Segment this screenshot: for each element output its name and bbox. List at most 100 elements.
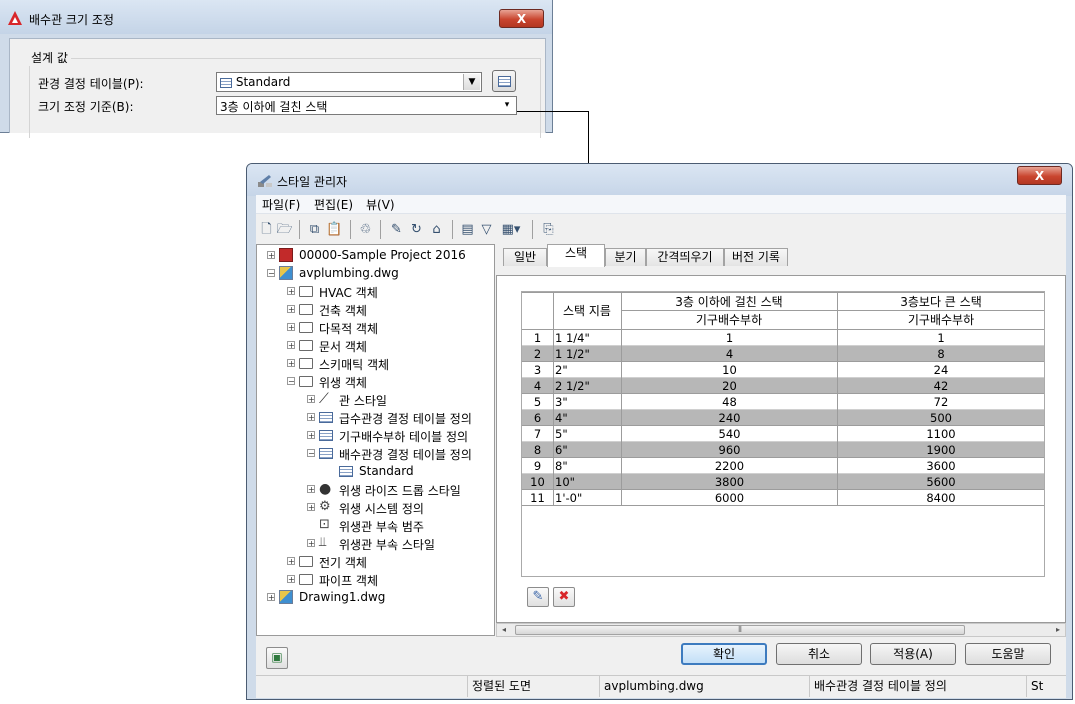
cell-low-stack-load[interactable]: 1 xyxy=(622,331,837,345)
row-number[interactable]: 10 xyxy=(522,475,553,489)
expand-icon[interactable]: + xyxy=(307,503,315,512)
scrollbar-thumb[interactable]: ⦀ xyxy=(515,625,965,635)
cell-high-stack-load[interactable]: 500 xyxy=(838,411,1044,425)
dialog-titlebar[interactable]: 스타일 관리자 X xyxy=(247,164,1072,196)
column-header-high-stack[interactable]: 3층보다 큰 스택 xyxy=(838,293,1044,310)
tab-version-history[interactable]: 버전 기록 xyxy=(724,248,788,266)
scroll-left-icon[interactable]: ◂ xyxy=(497,624,511,636)
cell-stack-size[interactable]: 5" xyxy=(555,427,621,441)
cell-high-stack-load[interactable]: 42 xyxy=(838,379,1044,393)
new-drawing-icon[interactable]: 🗋 xyxy=(258,221,275,238)
cell-stack-size[interactable]: 8" xyxy=(555,459,621,473)
cell-high-stack-load[interactable]: 3600 xyxy=(838,459,1044,473)
cell-high-stack-load[interactable]: 1900 xyxy=(838,443,1044,457)
table-row[interactable]: 9 8" 2200 3600 xyxy=(522,458,1044,474)
cell-high-stack-load[interactable]: 8400 xyxy=(838,491,1044,505)
horizontal-scrollbar[interactable]: ◂ ⦀ ▸ xyxy=(496,623,1066,637)
cell-stack-size[interactable]: 1'-0" xyxy=(555,491,621,505)
expand-icon[interactable]: + xyxy=(307,485,315,494)
table-row[interactable]: 21 1/2" 4 8 xyxy=(522,346,1044,362)
table-row[interactable]: 6 4" 240 500 xyxy=(522,410,1044,426)
set-from-icon[interactable]: ↻ xyxy=(408,221,425,238)
table-select[interactable]: Standard ▼ xyxy=(216,72,482,92)
menu-file[interactable]: 파일(F) xyxy=(262,196,300,213)
expand-icon[interactable]: + xyxy=(267,593,275,602)
stack-size-table[interactable]: 스택 지름 3층 이하에 걸친 스택 3층보다 큰 스택 기구배수부하 기구배수… xyxy=(521,291,1045,577)
table-row[interactable]: 10 10" 3800 5600 xyxy=(522,474,1044,490)
view-options-icon[interactable]: ▦▾ xyxy=(498,221,524,238)
expand-icon[interactable]: + xyxy=(307,431,315,440)
delete-row-button[interactable]: ✖ xyxy=(553,587,575,607)
cell-low-stack-load[interactable]: 540 xyxy=(622,427,837,441)
expand-icon[interactable]: + xyxy=(287,575,295,584)
row-number[interactable]: 2 xyxy=(522,347,553,361)
purge-icon[interactable]: ♲ xyxy=(357,221,374,238)
expand-icon[interactable]: + xyxy=(307,395,315,404)
cell-stack-size[interactable]: 4" xyxy=(555,411,621,425)
table-row[interactable]: 3 2" 10 24 xyxy=(522,362,1044,378)
cell-low-stack-load[interactable]: 2200 xyxy=(622,459,837,473)
expand-icon[interactable]: + xyxy=(307,413,315,422)
tab-general[interactable]: 일반 xyxy=(503,248,547,266)
expand-icon[interactable]: + xyxy=(287,359,295,368)
table-row[interactable]: 8 6" 960 1900 xyxy=(522,442,1044,458)
expand-icon[interactable]: + xyxy=(287,557,295,566)
expand-icon[interactable]: + xyxy=(287,323,295,332)
ok-button[interactable]: 확인 xyxy=(681,643,767,665)
cell-stack-size[interactable]: 1 1/2" xyxy=(555,347,621,361)
row-number[interactable]: 8 xyxy=(522,443,553,457)
basis-select[interactable]: 3층 이하에 걸친 스택 ▾ xyxy=(216,96,517,115)
cell-stack-size[interactable]: 2" xyxy=(555,363,621,377)
cell-low-stack-load[interactable]: 240 xyxy=(622,411,837,425)
table-row[interactable]: 7 5" 540 1100 xyxy=(522,426,1044,442)
chevron-down-icon[interactable]: ▾ xyxy=(499,97,515,113)
row-number[interactable]: 7 xyxy=(522,427,553,441)
row-number[interactable]: 6 xyxy=(522,411,553,425)
cell-high-stack-load[interactable]: 1100 xyxy=(838,427,1044,441)
cell-high-stack-load[interactable]: 1 xyxy=(838,331,1044,345)
table-row[interactable]: 11 1/4" 1 1 xyxy=(522,330,1044,346)
row-number[interactable]: 4 xyxy=(522,379,553,393)
add-row-button[interactable]: ✎ xyxy=(527,587,549,607)
close-button[interactable]: X xyxy=(1017,166,1062,185)
cell-low-stack-load[interactable]: 4 xyxy=(622,347,837,361)
cell-stack-size[interactable]: 10" xyxy=(555,475,621,489)
table-row[interactable]: 11 1'-0" 6000 8400 xyxy=(522,490,1044,506)
expand-icon[interactable]: + xyxy=(267,251,275,260)
cell-stack-size[interactable]: 2 1/2" xyxy=(555,379,621,393)
tab-branch[interactable]: 분기 xyxy=(605,248,646,266)
cell-low-stack-load[interactable]: 960 xyxy=(622,443,837,457)
row-number[interactable]: 5 xyxy=(522,395,553,409)
tab-offset[interactable]: 간격띄우기 xyxy=(646,248,724,266)
cell-low-stack-load[interactable]: 6000 xyxy=(622,491,837,505)
column-header-low-stack[interactable]: 3층 이하에 걸친 스택 xyxy=(622,293,836,310)
cell-high-stack-load[interactable]: 72 xyxy=(838,395,1044,409)
cancel-button[interactable]: 취소 xyxy=(776,643,862,665)
row-number[interactable]: 1 xyxy=(522,331,553,345)
new-style-icon[interactable]: ✎ xyxy=(388,221,405,238)
cell-stack-size[interactable]: 3" xyxy=(555,395,621,409)
close-button[interactable]: X xyxy=(499,9,544,28)
row-number[interactable]: 9 xyxy=(522,459,553,473)
table-row[interactable]: 5 3" 48 72 xyxy=(522,394,1044,410)
help-button[interactable]: 도움말 xyxy=(965,643,1051,665)
collapse-icon[interactable]: − xyxy=(267,269,275,278)
row-number[interactable]: 3 xyxy=(522,363,553,377)
cell-low-stack-load[interactable]: 20 xyxy=(622,379,837,393)
menu-edit[interactable]: 편집(E) xyxy=(314,196,353,213)
cell-high-stack-load[interactable]: 24 xyxy=(838,363,1044,377)
inline-edit-icon[interactable]: ▤ xyxy=(459,221,476,238)
table-browse-button[interactable] xyxy=(492,70,516,92)
column-header-size[interactable]: 스택 지름 xyxy=(554,302,620,319)
cell-low-stack-load[interactable]: 48 xyxy=(622,395,837,409)
collapse-icon[interactable]: − xyxy=(287,377,295,386)
open-drawing-icon[interactable]: 🗁 xyxy=(276,221,293,238)
cell-low-stack-load[interactable]: 10 xyxy=(622,363,837,377)
menu-view[interactable]: 뷰(V) xyxy=(366,196,395,213)
style-tree[interactable]: +00000-Sample Project 2016 − avplumbing.dw… xyxy=(256,244,495,636)
expand-icon[interactable]: + xyxy=(307,539,315,548)
expand-icon[interactable]: + xyxy=(287,341,295,350)
scroll-right-icon[interactable]: ▸ xyxy=(1051,624,1065,636)
chevron-down-icon[interactable]: ▼ xyxy=(463,74,480,90)
paste-icon[interactable]: 📋 xyxy=(326,221,343,238)
